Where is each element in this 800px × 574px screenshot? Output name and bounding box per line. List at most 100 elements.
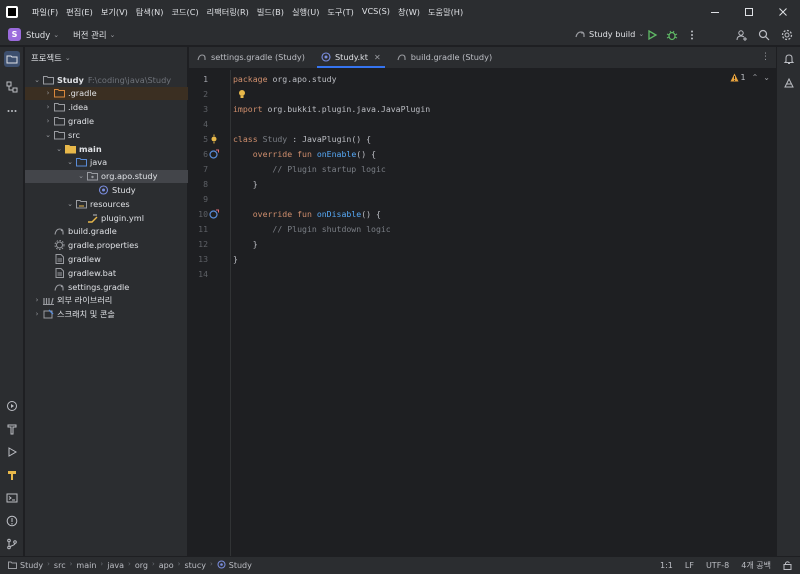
code-line[interactable]: override fun onDisable() { xyxy=(233,207,381,222)
code-line[interactable]: } xyxy=(233,237,258,252)
tree-item-build-gradle[interactable]: build.gradle xyxy=(25,225,188,238)
tab-settings-gradle[interactable]: settings.gradle (Study) xyxy=(189,46,313,68)
line-number[interactable]: 13 xyxy=(198,252,208,267)
indent-setting[interactable]: 4개 공백 xyxy=(741,560,771,571)
menu-edit[interactable]: 편집(E) xyxy=(62,6,97,18)
tree-item-main[interactable]: ⌄ main xyxy=(25,142,188,155)
line-number[interactable]: 5 xyxy=(203,132,208,147)
gradle-tool-button[interactable] xyxy=(4,467,20,483)
line-number[interactable]: 8 xyxy=(203,177,208,192)
chevron-right-icon[interactable]: › xyxy=(33,310,41,318)
breadcrumb-item[interactable]: java xyxy=(107,560,124,571)
chevron-up-icon[interactable]: ⌃ xyxy=(752,73,759,82)
breadcrumb-item[interactable]: stucy xyxy=(184,560,206,571)
chevron-right-icon[interactable]: › xyxy=(44,89,52,97)
line-number[interactable]: 6 xyxy=(203,147,208,162)
run-tool-button[interactable] xyxy=(4,444,20,460)
tree-item-settings-gradle[interactable]: settings.gradle xyxy=(25,280,188,293)
tree-item-study[interactable]: ⌄ Study F:\coding\java\Study xyxy=(25,73,188,86)
chevron-down-icon[interactable]: ⌄ xyxy=(763,73,770,82)
chevron-down-icon[interactable]: ⌄ xyxy=(55,145,63,153)
caret-position[interactable]: 1:1 xyxy=(660,561,673,570)
breadcrumb-item[interactable]: apo xyxy=(159,560,174,571)
menu-build[interactable]: 빌드(B) xyxy=(253,6,288,18)
menu-vcs[interactable]: VCS(S) xyxy=(358,6,394,18)
chevron-down-icon[interactable]: ⌄ xyxy=(66,200,74,208)
line-number[interactable]: 1 xyxy=(203,72,208,87)
code-line[interactable]: // Plugin startup logic xyxy=(233,162,385,177)
code-line[interactable]: class Study : JavaPlugin() { xyxy=(233,132,371,147)
inspection-widget[interactable]: 1 ⌃ ⌄ xyxy=(730,73,770,82)
tree-item-외부-라이브러리[interactable]: › 외부 라이브러리 xyxy=(25,294,188,307)
more-tools-button[interactable] xyxy=(4,103,20,119)
code-line[interactable]: } xyxy=(233,252,238,267)
breadcrumb-item[interactable]: org xyxy=(135,560,148,571)
tab-build-gradle[interactable]: build.gradle (Study) xyxy=(389,46,500,68)
code-line[interactable]: // Plugin shutdown logic xyxy=(233,222,390,237)
terminal-tool-button[interactable] xyxy=(4,490,20,506)
tree-item-gradlew[interactable]: gradlew xyxy=(25,252,188,265)
menu-window[interactable]: 창(W) xyxy=(394,6,424,18)
build-tool-button[interactable] xyxy=(4,421,20,437)
lock-icon[interactable] xyxy=(783,560,792,572)
project-tool-button[interactable] xyxy=(4,51,20,67)
menu-tools[interactable]: 도구(T) xyxy=(323,6,357,18)
intellij-logo-icon[interactable] xyxy=(6,6,18,18)
code-line[interactable]: override fun onEnable() { xyxy=(233,147,376,162)
line-number[interactable]: 3 xyxy=(203,102,208,117)
project-panel-header[interactable]: 프로젝트 ⌄ xyxy=(25,47,187,69)
chevron-down-icon[interactable]: ⌄ xyxy=(77,172,85,180)
line-number[interactable]: 11 xyxy=(198,222,208,237)
chevron-down-icon[interactable]: ⌄ xyxy=(66,158,74,166)
services-tool-button[interactable] xyxy=(4,398,20,414)
line-number[interactable]: 14 xyxy=(198,267,208,282)
chevron-right-icon[interactable]: › xyxy=(44,117,52,125)
ai-assistant-tool-button[interactable] xyxy=(781,75,797,91)
menu-run[interactable]: 실행(U) xyxy=(288,6,323,18)
run-gutter-icon[interactable] xyxy=(209,134,219,144)
tree-item-gradle-properties[interactable]: gradle.properties xyxy=(25,239,188,252)
override-method-icon[interactable] xyxy=(209,209,219,219)
tree-item-study[interactable]: Study xyxy=(25,183,188,196)
chevron-down-icon[interactable]: ⌄ xyxy=(44,131,52,139)
line-number[interactable]: 4 xyxy=(203,117,208,132)
menu-view[interactable]: 보기(V) xyxy=(97,6,132,18)
tree-item-plugin-yml[interactable]: plugin.yml xyxy=(25,211,188,224)
more-vertical-icon[interactable]: ⋮ xyxy=(761,52,770,62)
menu-help[interactable]: 도움말(H) xyxy=(424,6,467,18)
tree-item-src[interactable]: ⌄ src xyxy=(25,128,188,141)
vcs-switcher[interactable]: 버전 관리 ⌄ xyxy=(73,29,115,41)
search-button[interactable] xyxy=(757,28,771,42)
more-actions-button[interactable] xyxy=(685,28,699,42)
run-button[interactable] xyxy=(645,28,659,42)
lightbulb-icon[interactable] xyxy=(237,89,247,99)
tab-study-kt[interactable]: Study.kt ✕ xyxy=(313,46,389,68)
breadcrumb-item[interactable]: src xyxy=(54,560,66,571)
menu-code[interactable]: 코드(C) xyxy=(167,6,202,18)
code-line[interactable]: import org.bukkit.plugin.java.JavaPlugin xyxy=(233,102,430,117)
breadcrumb-item[interactable]: Study xyxy=(217,560,252,571)
tree-item-java[interactable]: ⌄ java xyxy=(25,156,188,169)
tree-item-gradlew-bat[interactable]: gradlew.bat xyxy=(25,266,188,279)
menu-navigate[interactable]: 탐색(N) xyxy=(132,6,168,18)
git-tool-button[interactable] xyxy=(4,536,20,552)
project-switcher[interactable]: S Study ⌄ xyxy=(8,28,59,41)
run-config-selector[interactable]: Study build ⌄ xyxy=(574,28,644,40)
close-button[interactable] xyxy=(766,0,800,24)
code-line[interactable]: } xyxy=(233,177,258,192)
breadcrumb-item[interactable]: main xyxy=(76,560,96,571)
override-method-icon[interactable] xyxy=(209,149,219,159)
debug-button[interactable] xyxy=(665,28,679,42)
line-separator[interactable]: LF xyxy=(685,561,694,570)
line-number[interactable]: 12 xyxy=(198,237,208,252)
maximize-button[interactable] xyxy=(732,0,766,24)
line-number[interactable]: 2 xyxy=(203,87,208,102)
tree-item-idea[interactable]: › .idea xyxy=(25,101,188,114)
tree-item-gradle[interactable]: › gradle xyxy=(25,114,188,127)
file-encoding[interactable]: UTF-8 xyxy=(706,561,729,570)
add-user-button[interactable] xyxy=(735,28,749,42)
menu-refactor[interactable]: 리팩터링(R) xyxy=(203,6,253,18)
settings-button[interactable] xyxy=(780,28,794,42)
chevron-right-icon[interactable]: › xyxy=(44,103,52,111)
code-area[interactable]: package org.apo.study import org.bukkit.p… xyxy=(233,70,776,556)
